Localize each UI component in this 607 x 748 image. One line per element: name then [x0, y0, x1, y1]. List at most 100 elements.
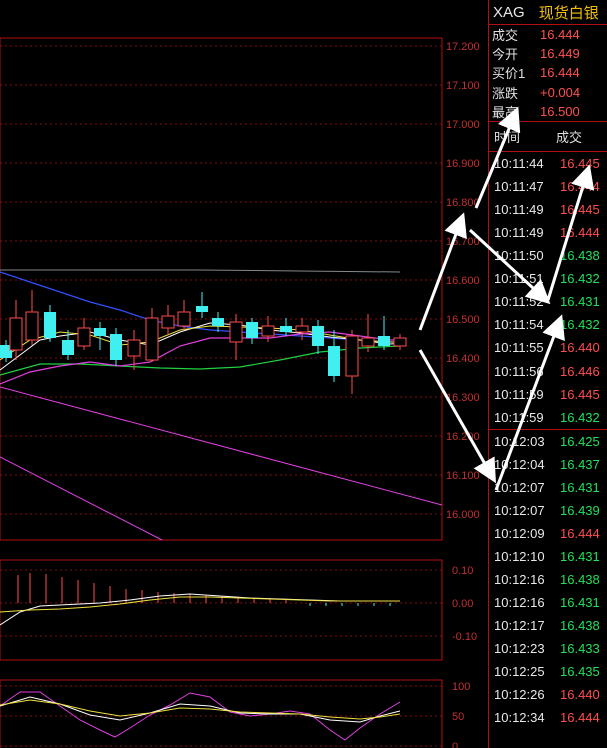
trade-row[interactable]: 10:12:10 16.431 [489, 545, 607, 568]
ma-white-line [0, 322, 406, 371]
trade-time: 10:11:55 [494, 340, 544, 356]
candle-down [196, 292, 208, 318]
trade-row[interactable]: 10:12:26 16.440 [489, 683, 607, 706]
trade-price: 16.444 [560, 710, 600, 726]
trade-price: 16.432 [560, 317, 600, 333]
quote-row: 成交 16.444 [489, 25, 607, 44]
trade-row[interactable]: 10:11:44 16.445 [489, 152, 607, 175]
trade-time: 10:12:25 [494, 664, 545, 680]
trade-row[interactable]: 10:12:17 16.438 [489, 614, 607, 637]
quote-header: XAG 现货白银 [489, 0, 607, 25]
axis-label: 0.00 [452, 598, 473, 610]
quote-panel: XAG 现货白银 成交 16.444 今开 16.449 买价1 16.444 涨跌 +0.0… [488, 0, 607, 748]
trade-row[interactable]: 10:12:09 16.444 [489, 522, 607, 545]
trade-time: 10:11:52 [494, 294, 544, 310]
trade-time: 10:11:54 [494, 317, 544, 333]
candle-down [378, 316, 390, 350]
quote-label: 成交 [492, 28, 519, 44]
trade-row[interactable]: 10:11:56 16.446 [489, 360, 607, 383]
candle-down [44, 305, 56, 342]
trade-price: 16.438 [560, 248, 600, 264]
trade-time: 10:11:59 [494, 409, 544, 425]
trade-price: 16.431 [560, 549, 600, 565]
trade-row[interactable]: 10:12:23 16.433 [489, 637, 607, 660]
trade-row[interactable]: 10:11:54 16.432 [489, 313, 607, 336]
trade-row[interactable]: 10:11:59 16.432 [489, 406, 607, 429]
trade-time: 10:12:23 [494, 641, 545, 657]
candle-up [25, 290, 39, 345]
trade-row[interactable]: 10:11:55 16.440 [489, 336, 607, 359]
price-axis-label: 16.600 [446, 275, 480, 287]
symbol-code: XAG [493, 3, 525, 21]
quote-label: 买价1 [492, 66, 526, 82]
quote-row: 今开 16.449 [489, 44, 607, 63]
trade-time: 10:12:10 [494, 549, 545, 565]
price-axis-label: 17.000 [446, 119, 480, 131]
candle-up [393, 334, 407, 350]
trade-row[interactable]: 10:12:16 16.438 [489, 568, 607, 591]
trades-header: 时间 成交 [489, 120, 607, 152]
candle-up [77, 318, 91, 350]
trade-time: 10:11:51 [494, 271, 544, 287]
trade-time: 10:11:56 [494, 363, 544, 379]
axis-label: 50 [452, 711, 464, 723]
trade-row[interactable]: 10:12:04 16.437 [489, 453, 607, 476]
trade-row[interactable]: 10:11:51 16.432 [489, 267, 607, 290]
trades-list[interactable]: 10:11:44 16.445 10:11:47 16.444 10:11:49 16.4… [489, 152, 607, 730]
trade-price: 16.439 [560, 502, 600, 518]
trade-row[interactable]: 10:12:25 16.435 [489, 660, 607, 683]
trade-row[interactable]: 10:12:03 16.425 [489, 428, 607, 453]
price-axis-label: 16.400 [446, 353, 480, 365]
macd-axis-labels: 0.10 0.00 -0.10 [452, 565, 477, 643]
quote-value: 16.444 [540, 65, 580, 81]
trade-row[interactable]: 10:11:59 16.445 [489, 383, 607, 406]
trade-time: 10:12:26 [494, 687, 545, 703]
trade-time: 10:12:07 [494, 479, 545, 495]
trade-row[interactable]: 10:12:34 16.444 [489, 706, 607, 729]
trade-price: 16.431 [560, 479, 600, 495]
price-axis-label: 16.200 [446, 431, 480, 443]
candle-up [229, 314, 243, 360]
candle-down [280, 318, 292, 336]
kdj-axis-labels: 100 50 0 [452, 681, 470, 748]
trade-row[interactable]: 10:11:52 16.431 [489, 290, 607, 313]
trade-time: 10:11:59 [494, 386, 544, 402]
price-axis-label: 16.300 [446, 392, 480, 404]
trade-row[interactable]: 10:11:49 16.445 [489, 198, 607, 221]
trade-price: 16.445 [560, 155, 600, 171]
price-axis-label: 17.100 [446, 80, 480, 92]
trade-row[interactable]: 10:12:07 16.431 [489, 476, 607, 499]
trade-price: 16.432 [560, 409, 600, 425]
trade-price: 16.445 [560, 202, 600, 218]
trades-header-price: 成交 [556, 129, 583, 145]
candle-down [212, 312, 224, 332]
trade-row[interactable]: 10:11:49 16.444 [489, 221, 607, 244]
trade-row[interactable]: 10:12:07 16.439 [489, 499, 607, 522]
trade-price: 16.440 [560, 687, 600, 703]
axis-label: 0.10 [452, 565, 473, 577]
price-axis-label: 16.100 [446, 470, 480, 482]
candle-up [145, 308, 159, 362]
quote-value: 16.449 [540, 46, 580, 62]
trade-row[interactable]: 10:11:47 16.444 [489, 175, 607, 198]
quote-value: 16.500 [540, 103, 580, 119]
trade-row[interactable]: 10:11:50 16.438 [489, 244, 607, 267]
trade-row[interactable]: 10:12:16 16.431 [489, 591, 607, 614]
trade-price: 16.438 [560, 618, 600, 634]
symbol-name: 现货白银 [538, 4, 599, 22]
trade-time: 10:12:17 [494, 618, 545, 634]
price-axis-label: 16.800 [446, 197, 480, 209]
trade-price: 16.440 [560, 340, 600, 356]
price-axis-labels: 17.200 17.100 17.000 16.900 16.800 16.700 16.6… [446, 41, 480, 521]
axis-label: -0.10 [452, 631, 477, 643]
trade-time: 10:11:47 [494, 179, 544, 195]
quote-row: 买价1 16.444 [489, 63, 607, 82]
trade-price: 16.438 [560, 572, 600, 588]
kline-chart[interactable]: 17.200 17.100 17.000 16.900 16.800 16.700 16.6… [0, 0, 488, 748]
ma-grey-line [0, 269, 401, 273]
trade-time: 10:12:09 [494, 525, 545, 541]
candle-up [161, 305, 175, 335]
candlesticks [0, 290, 407, 394]
candle-down [110, 328, 122, 366]
trade-time: 10:11:49 [494, 225, 544, 241]
